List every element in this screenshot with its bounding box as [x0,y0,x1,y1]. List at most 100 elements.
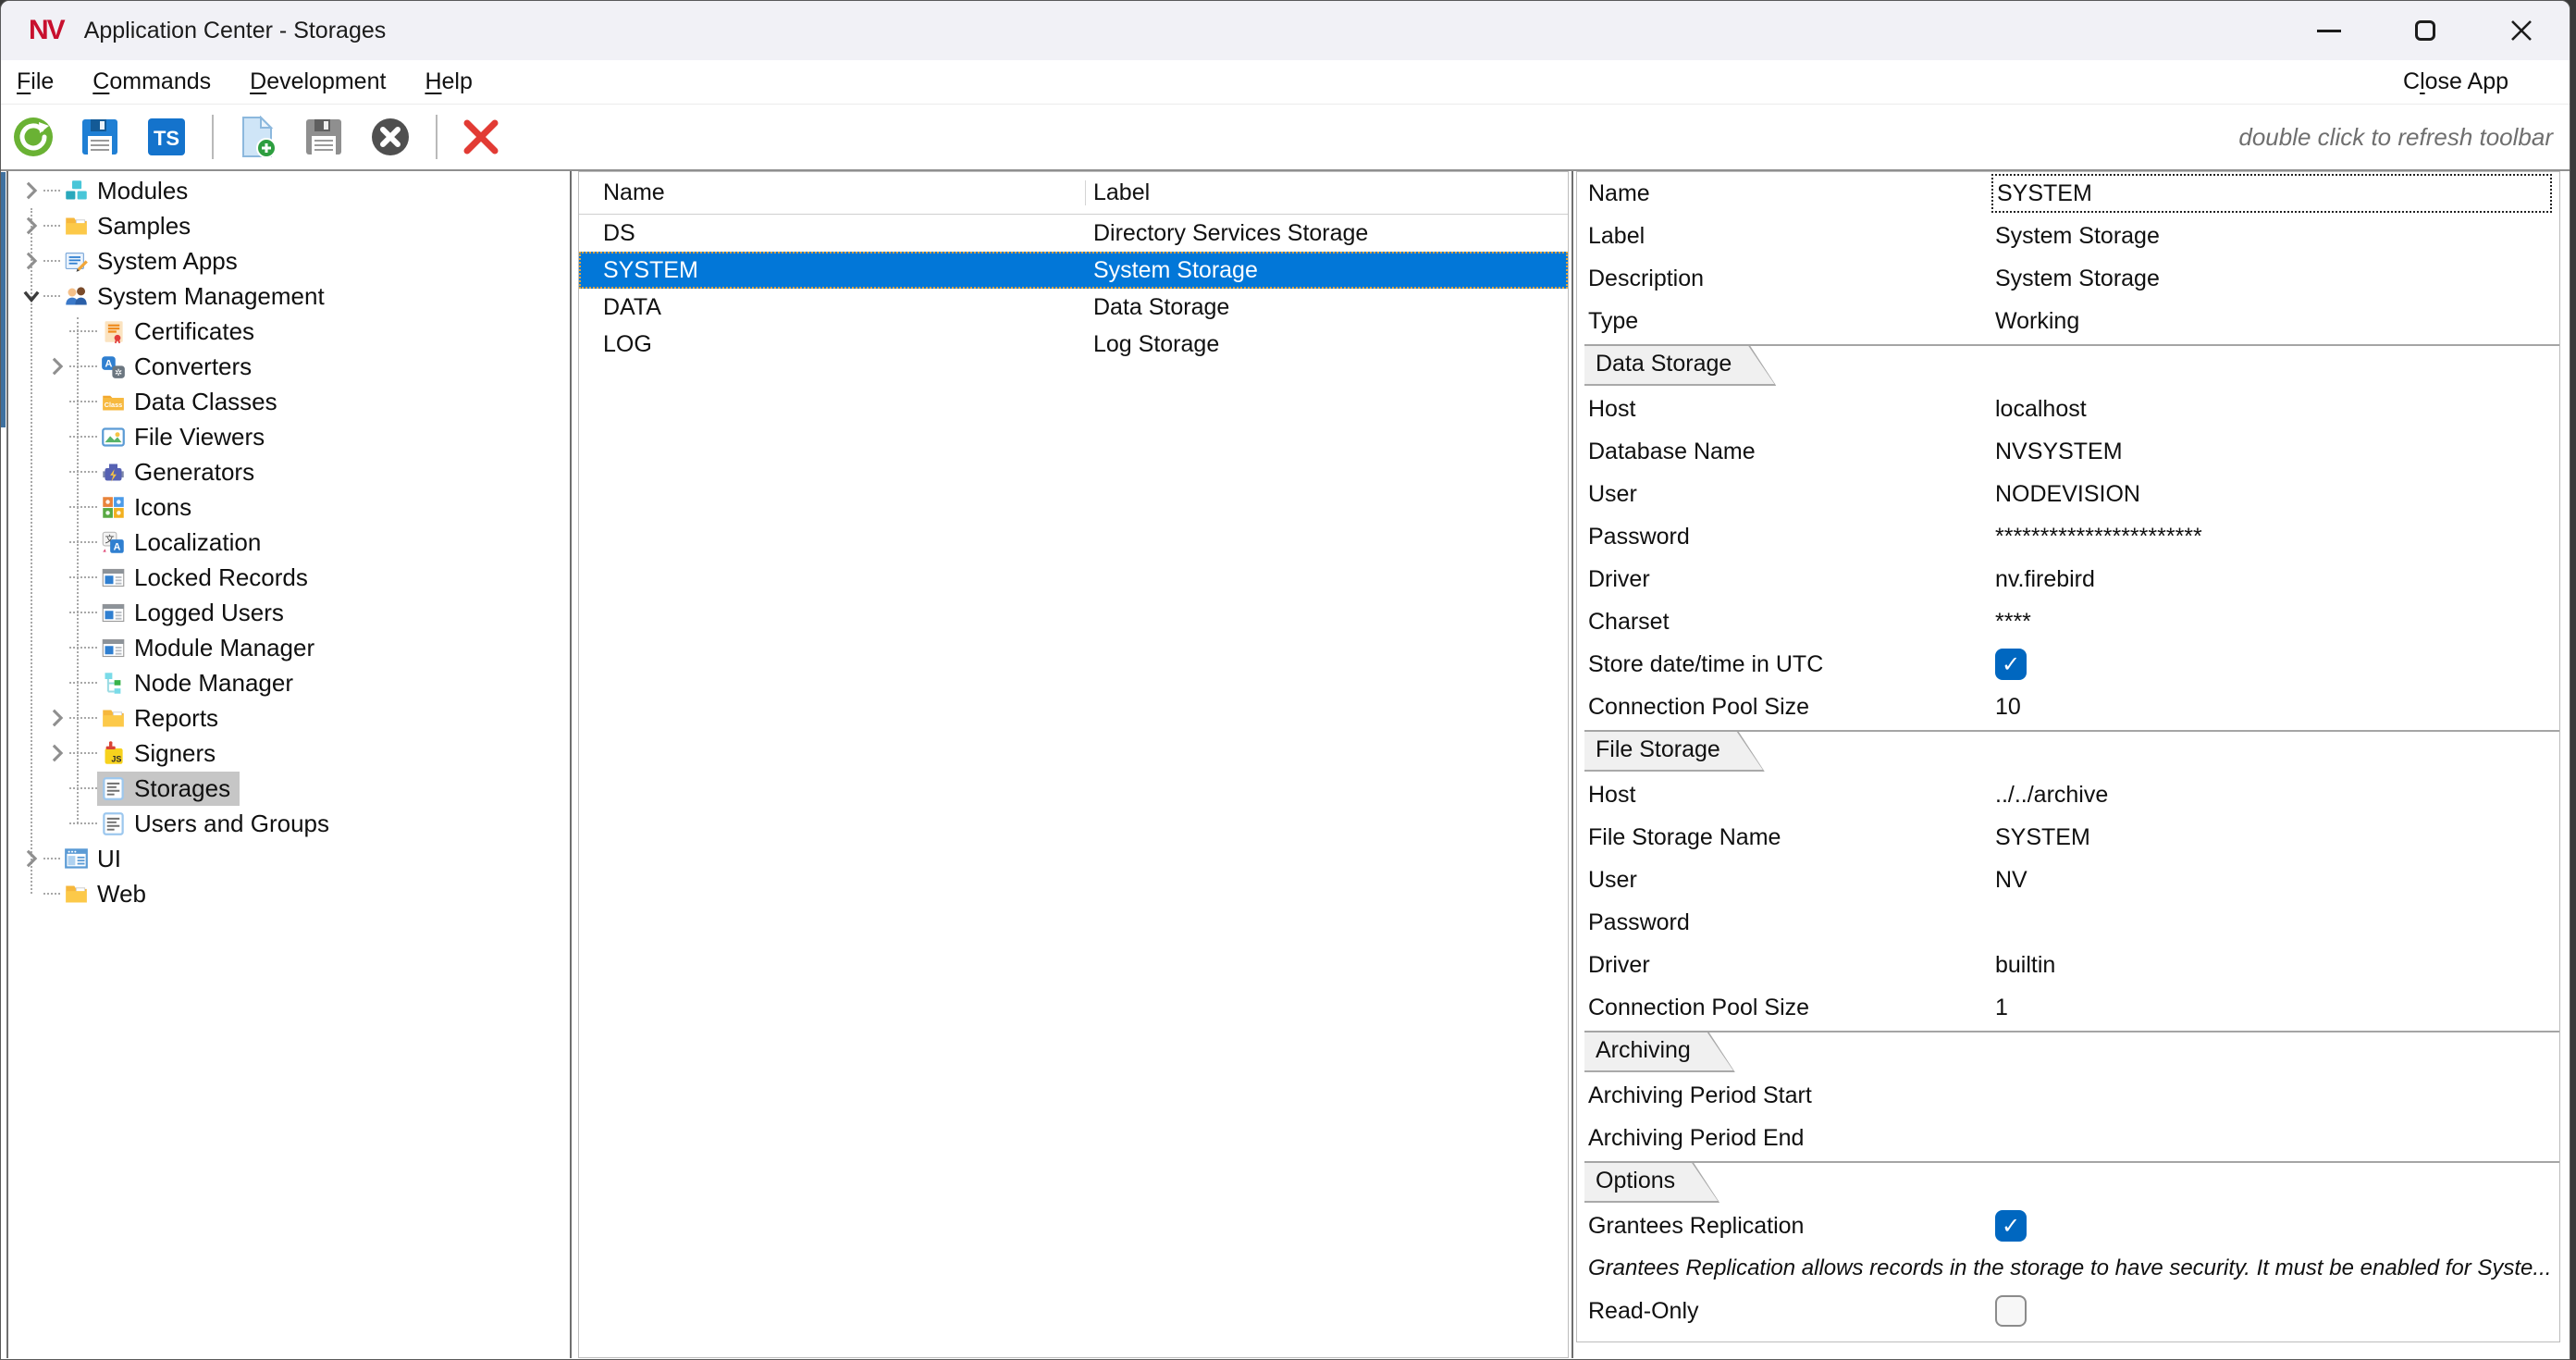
tree-item-ui[interactable]: UI [8,841,570,876]
property-value-password[interactable]: *********************** [1991,524,2559,550]
storage-table: Name Label DS Directory Services Storage… [578,171,1569,1358]
property-value[interactable]: System Storage [1991,223,2559,250]
chevron-down-icon[interactable] [19,284,43,308]
cancel-edit-button[interactable] [369,116,412,158]
tree-item-modules[interactable]: Modules [8,173,570,208]
menu-development[interactable]: Development [250,68,386,95]
tree-item-storages[interactable]: Storages [8,771,570,806]
tree-connector-stub [69,752,97,754]
tree-item-locked-records[interactable]: Locked Records [8,560,570,595]
property-value[interactable]: ../../archive [1991,782,2559,809]
property-value[interactable]: nv.firebird [1991,566,2559,593]
chevron-right-icon[interactable] [19,179,43,203]
property-value[interactable]: localhost [1991,396,2559,423]
svg-text:✲: ✲ [115,368,122,378]
section-tab-data-storage[interactable]: Data Storage [1584,346,1776,386]
svg-text:A: A [114,541,121,552]
typescript-button[interactable]: TS [145,116,188,158]
tree-item-logged-users[interactable]: Logged Users [8,595,570,630]
tree-item-system-management[interactable]: System Management [8,278,570,314]
property-value[interactable]: 10 [1991,694,2559,721]
tree-indent [45,811,69,835]
converter-icon: A✲ [101,354,126,379]
utc-checkbox[interactable] [1995,649,2027,680]
save-all-button[interactable] [79,116,121,158]
property-value[interactable]: NV [1991,867,2559,894]
menu-file[interactable]: File [17,68,54,95]
tree-item-certificates[interactable]: Certificates [8,314,570,349]
tree-connector-stub [69,787,97,789]
main-area: Modules Samples System Apps System Manag… [1,171,2570,1358]
menu-commands[interactable]: Commands [92,68,211,95]
tree-indent [45,565,69,589]
close-button[interactable] [2499,8,2544,53]
tree-indent [45,495,69,519]
tree-item-localization[interactable]: 文ALocalization [8,525,570,560]
chevron-right-icon[interactable] [19,847,43,871]
tree-connector-stub [43,225,60,227]
tree-connector-stub [69,682,97,684]
property-value[interactable]: 1 [1991,995,2559,1021]
maximize-button[interactable] [2403,8,2447,53]
title-bar: NV Application Center - Storages [1,1,2570,60]
column-header-label[interactable]: Label [1086,179,1568,206]
tree-item-signers[interactable]: JSSigners [8,736,570,771]
property-value[interactable]: Working [1991,308,2559,335]
property-value[interactable]: NODEVISION [1991,481,2559,508]
maximize-icon [2415,20,2435,41]
save-button[interactable] [302,116,345,158]
tree-connector-stub [43,295,60,297]
table-row-log[interactable]: LOG Log Storage [579,326,1568,363]
tree-item-system-apps[interactable]: System Apps [8,243,570,278]
node-tree-icon [101,671,126,696]
tree-item-node-manager[interactable]: Node Manager [8,665,570,700]
tree-scrollbar-thumb[interactable] [1,172,6,427]
table-row-ds[interactable]: DS Directory Services Storage [579,215,1568,252]
refresh-button[interactable] [12,116,55,158]
tree-item-file-viewers[interactable]: File Viewers [8,419,570,454]
tree-connector-stub [43,893,60,895]
tree-item-reports[interactable]: Reports [8,700,570,736]
tree-item-generators[interactable]: Generators [8,454,570,489]
section-tab-options[interactable]: Options [1584,1163,1719,1203]
minimize-button[interactable] [2307,8,2351,53]
property-value-name[interactable]: SYSTEM [1991,174,2552,213]
toolbar-separator [436,115,438,159]
grantees-replication-checkbox[interactable] [1995,1210,2027,1242]
svg-text:Class: Class [105,401,122,409]
tree-item-samples[interactable]: Samples [8,208,570,243]
table-row-data[interactable]: DATA Data Storage [579,289,1568,326]
users-icon [64,284,89,309]
column-header-name[interactable]: Name [579,180,1086,205]
tree-item-converters[interactable]: A✲Converters [8,349,570,384]
tree-indent [45,460,69,484]
property-value[interactable]: NVSYSTEM [1991,439,2559,465]
property-value[interactable]: SYSTEM [1991,824,2559,851]
chevron-right-icon[interactable] [19,249,43,273]
tree-item-users-and-groups[interactable]: Users and Groups [8,806,570,841]
section-tab-file-storage[interactable]: File Storage [1584,732,1765,772]
read-only-checkbox[interactable] [1995,1295,2027,1327]
section-tab-archiving[interactable]: Archiving [1584,1032,1735,1072]
property-value[interactable]: builtin [1991,952,2559,979]
property-value[interactable]: System Storage [1991,266,2559,292]
tree-item-module-manager[interactable]: Module Manager [8,630,570,665]
folder-icon [101,706,126,731]
menu-close-app[interactable]: Close App [2403,68,2508,95]
tree-selected-highlight: Storages [97,772,240,806]
svg-text:TS: TS [154,127,179,150]
tree-item-web[interactable]: Web [8,876,570,911]
tree-indent [45,425,69,449]
chevron-right-icon[interactable] [45,706,69,730]
delete-button[interactable] [460,116,502,158]
chevron-right-icon[interactable] [19,214,43,238]
property-value[interactable]: **** [1991,609,2559,636]
new-document-button[interactable] [236,116,278,158]
tree-item-data-classes[interactable]: ClassData Classes [8,384,570,419]
chevron-right-icon[interactable] [45,354,69,378]
menu-help[interactable]: Help [425,68,472,95]
tree-item-icons[interactable]: Icons [8,489,570,525]
tree-connector-stub [69,401,97,402]
chevron-right-icon[interactable] [45,741,69,765]
table-row-system[interactable]: SYSTEM System Storage [579,252,1568,289]
